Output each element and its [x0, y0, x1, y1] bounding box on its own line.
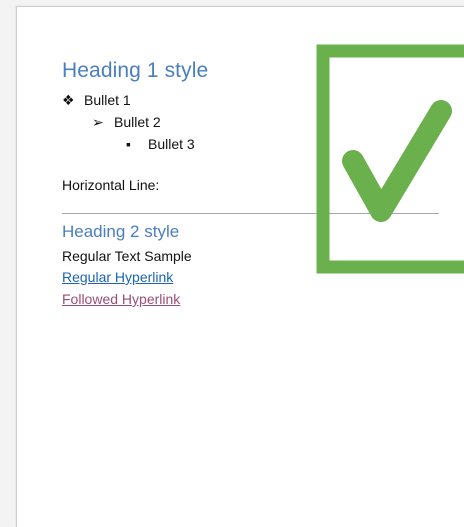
bullet-text: Bullet 3 [148, 136, 195, 152]
followed-hyperlink[interactable]: Followed Hyperlink [62, 288, 180, 310]
bullet-text: Bullet 1 [84, 92, 131, 108]
document-page: Heading 1 style ❖ Bullet 1 ➢ Bullet 2 ▪ … [16, 6, 464, 527]
arrow-bullet-icon: ➢ [92, 114, 104, 130]
checkmark-overlay [316, 44, 464, 274]
checkmark-stroke [342, 100, 452, 222]
diamond-bullet-icon: ❖ [62, 92, 75, 108]
checkmark-icon [316, 44, 464, 274]
square-bullet-icon: ▪ [126, 136, 131, 152]
bullet-text: Bullet 2 [114, 114, 161, 130]
regular-hyperlink[interactable]: Regular Hyperlink [62, 266, 173, 288]
